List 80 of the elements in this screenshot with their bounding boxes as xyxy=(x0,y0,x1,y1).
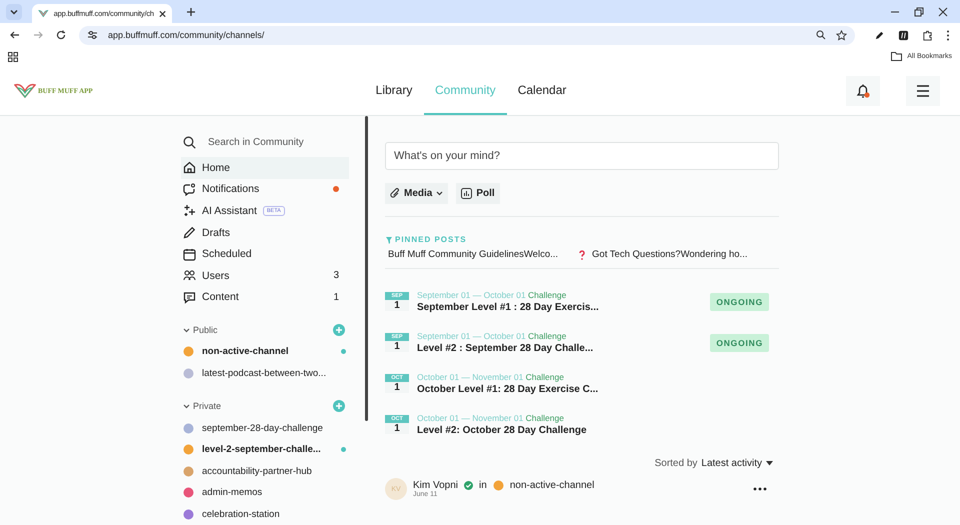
site-settings-icon[interactable] xyxy=(87,30,98,40)
channel-item[interactable]: non-active-channel xyxy=(183,341,349,363)
calendar-icon xyxy=(183,248,196,261)
close-window-icon[interactable] xyxy=(938,6,948,16)
caret-icon xyxy=(766,461,773,466)
back-icon[interactable] xyxy=(10,30,20,40)
paperclip-icon xyxy=(390,188,400,199)
event-title: Level #2 : September 28 Day Challe... xyxy=(417,343,594,354)
restore-icon[interactable] xyxy=(914,6,924,16)
channel-item[interactable]: september-28-day-challenge xyxy=(183,417,349,439)
chat-bubble-icon xyxy=(183,182,196,196)
notifications-button[interactable] xyxy=(846,76,880,106)
pinned-post[interactable]: Buff Muff Community GuidelinesWelco... xyxy=(385,249,558,260)
channel-item[interactable]: admin-memos xyxy=(183,482,349,504)
pinned-post[interactable]: Got Tech Questions?Wondering ho... xyxy=(576,249,748,260)
event-title: October Level #1: 28 Day Exercise C... xyxy=(417,384,598,395)
event-title: Level #2: October 28 Day Challenge xyxy=(417,425,587,436)
message-icon xyxy=(183,290,196,304)
search-field[interactable]: Search in Community xyxy=(206,136,340,148)
event-dates: October 01 — November 01 Challenge xyxy=(417,413,565,423)
zoom-icon[interactable] xyxy=(816,30,826,40)
star-icon[interactable] xyxy=(836,30,847,40)
extension-icon[interactable] xyxy=(898,30,909,40)
channel-item[interactable]: accountability-partner-hub xyxy=(183,460,349,482)
channel-item[interactable]: level-2-september-challe... xyxy=(183,438,349,461)
reload-icon[interactable] xyxy=(56,30,66,40)
address-bar[interactable]: app.buffmuff.com/community/channels/ xyxy=(79,26,855,44)
chevron-icon xyxy=(183,402,190,410)
composer-button[interactable]: Poll xyxy=(456,183,500,204)
channel-item[interactable]: latest-podcast-between-two... xyxy=(183,362,349,384)
pen-icon[interactable] xyxy=(874,30,885,40)
status-badge: ONGOING xyxy=(710,292,769,310)
nav-tab[interactable]: Calendar xyxy=(506,66,578,115)
in-label: in xyxy=(479,480,487,491)
sidebar-item[interactable]: Notifications xyxy=(181,178,349,200)
sidebar-item[interactable]: Drafts xyxy=(181,222,349,244)
group-toggle[interactable]: Private xyxy=(183,401,222,412)
event-dates: October 01 — November 01 Challenge xyxy=(417,372,565,382)
more-icon[interactable] xyxy=(946,30,950,40)
group-toggle[interactable]: Public xyxy=(183,325,218,336)
post-input[interactable]: What's on your mind? xyxy=(385,142,779,170)
menu-button[interactable] xyxy=(906,76,940,106)
search-icon xyxy=(183,136,196,148)
nav-tab[interactable]: Library xyxy=(364,66,424,115)
more-options-icon[interactable] xyxy=(753,487,767,491)
sidebar-item[interactable]: Scheduled xyxy=(181,243,349,265)
folder-icon xyxy=(891,52,902,61)
users-icon xyxy=(183,269,196,282)
question-mark-icon xyxy=(579,250,586,260)
pencil-icon xyxy=(183,226,196,240)
menu-icon xyxy=(916,84,930,96)
item-count: 1 xyxy=(333,292,339,303)
close-icon[interactable] xyxy=(158,10,166,18)
sort-dropdown[interactable]: Sorted by Latest activity xyxy=(648,457,779,470)
sparkles-icon xyxy=(183,204,196,218)
home-icon xyxy=(183,161,196,174)
event-dates: September 01 — October 01 Challenge xyxy=(417,331,568,341)
channel-link[interactable]: non-active-channel xyxy=(510,480,594,491)
composer-button[interactable]: Media xyxy=(385,183,448,204)
event-title: September Level #1 : 28 Day Exercis... xyxy=(417,302,599,313)
bell-icon xyxy=(855,82,871,98)
apps-grid-icon[interactable] xyxy=(8,52,18,62)
pinned-title: PINNED POSTS xyxy=(395,235,467,244)
channel-item[interactable]: celebration-station xyxy=(183,504,349,525)
scrollbar[interactable] xyxy=(365,116,368,421)
unread-dot xyxy=(341,349,346,354)
url-text: app.buffmuff.com/community/channels/ xyxy=(108,30,264,40)
tab-list-icon[interactable] xyxy=(6,4,22,20)
sidebar-item[interactable]: Home xyxy=(181,157,349,179)
chevron-icon xyxy=(183,326,190,334)
sidebar-item[interactable]: Content 1 xyxy=(181,286,349,308)
sidebar-item[interactable]: Users 3 xyxy=(181,264,349,287)
author-name[interactable]: Kim Vopni xyxy=(413,480,458,491)
new-tab-icon[interactable] xyxy=(186,6,196,16)
status-badge: ONGOING xyxy=(710,334,769,352)
item-count: 3 xyxy=(333,270,339,282)
event-dates: September 01 — October 01 Challenge xyxy=(417,290,568,300)
poll-icon xyxy=(461,188,472,199)
unread-dot xyxy=(341,447,346,452)
puzzle-icon[interactable] xyxy=(922,30,933,40)
